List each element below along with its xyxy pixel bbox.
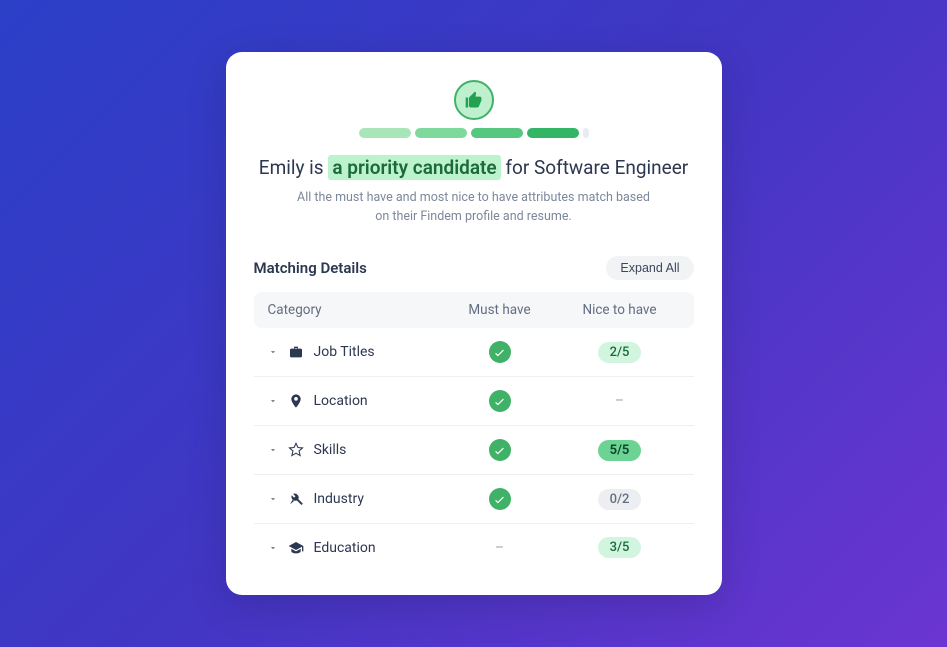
nice-to-have-cell: – bbox=[560, 393, 680, 409]
chevron-down-icon[interactable] bbox=[268, 347, 278, 357]
check-icon bbox=[489, 488, 511, 510]
details-title: Matching Details bbox=[254, 259, 367, 277]
table-header: Category Must have Nice to have bbox=[254, 292, 694, 328]
must-have-cell bbox=[440, 341, 560, 363]
score-segments bbox=[254, 128, 694, 138]
chevron-down-icon[interactable] bbox=[268, 543, 278, 553]
col-nice-to-have: Nice to have bbox=[560, 302, 680, 318]
dash-indicator: – bbox=[615, 393, 624, 409]
candidate-summary-card: Emily is a priority candidate for Softwa… bbox=[226, 52, 722, 596]
thumb-wrap bbox=[254, 80, 694, 120]
check-icon bbox=[489, 390, 511, 412]
col-must-have: Must have bbox=[440, 302, 560, 318]
thumbs-up-icon bbox=[454, 80, 494, 120]
chevron-down-icon[interactable] bbox=[268, 494, 278, 504]
category-label: Skills bbox=[314, 442, 347, 458]
table-row[interactable]: Education – 3/5 bbox=[254, 524, 694, 571]
expand-all-button[interactable]: Expand All bbox=[606, 256, 693, 280]
nice-to-have-pill: 3/5 bbox=[598, 537, 642, 558]
must-have-cell: – bbox=[440, 540, 560, 556]
category-label: Industry bbox=[314, 491, 364, 507]
table-row[interactable]: Location – bbox=[254, 377, 694, 426]
dash-indicator: – bbox=[495, 540, 504, 556]
must-have-cell bbox=[440, 390, 560, 412]
details-header: Matching Details Expand All bbox=[254, 256, 694, 280]
briefcase-icon bbox=[288, 344, 304, 360]
table-body: Job Titles 2/5 Location – Skills 5/5 Industry 0… bbox=[254, 328, 694, 571]
must-have-cell bbox=[440, 439, 560, 461]
table-row[interactable]: Industry 0/2 bbox=[254, 475, 694, 524]
score-seg-cap bbox=[583, 128, 589, 138]
category-label: Education bbox=[314, 540, 376, 556]
row-label-cell: Education bbox=[268, 540, 440, 556]
headline: Emily is a priority candidate for Softwa… bbox=[254, 156, 694, 179]
headline-prefix: Emily is bbox=[259, 156, 324, 179]
nice-to-have-pill: 0/2 bbox=[598, 489, 642, 510]
score-seg-2 bbox=[415, 128, 467, 138]
nice-to-have-pill: 5/5 bbox=[598, 440, 642, 461]
table-row[interactable]: Job Titles 2/5 bbox=[254, 328, 694, 377]
score-seg-4 bbox=[527, 128, 579, 138]
check-icon bbox=[489, 341, 511, 363]
table-row[interactable]: Skills 5/5 bbox=[254, 426, 694, 475]
col-category: Category bbox=[268, 302, 440, 318]
grad-icon bbox=[288, 540, 304, 556]
category-label: Location bbox=[314, 393, 368, 409]
nice-to-have-pill: 2/5 bbox=[598, 342, 642, 363]
check-icon bbox=[489, 439, 511, 461]
row-label-cell: Job Titles bbox=[268, 344, 440, 360]
category-label: Job Titles bbox=[314, 344, 375, 360]
row-label-cell: Skills bbox=[268, 442, 440, 458]
star-icon bbox=[288, 442, 304, 458]
score-seg-1 bbox=[359, 128, 411, 138]
nice-to-have-cell: 3/5 bbox=[560, 537, 680, 558]
headline-suffix: for Software Engineer bbox=[505, 156, 688, 179]
row-label-cell: Location bbox=[268, 393, 440, 409]
tools-icon bbox=[288, 491, 304, 507]
chevron-down-icon[interactable] bbox=[268, 445, 278, 455]
headline-highlight: a priority candidate bbox=[328, 155, 500, 180]
nice-to-have-cell: 0/2 bbox=[560, 489, 680, 510]
row-label-cell: Industry bbox=[268, 491, 440, 507]
must-have-cell bbox=[440, 488, 560, 510]
chevron-down-icon[interactable] bbox=[268, 396, 278, 406]
subtitle: All the must have and most nice to have … bbox=[294, 189, 654, 227]
nice-to-have-cell: 5/5 bbox=[560, 440, 680, 461]
nice-to-have-cell: 2/5 bbox=[560, 342, 680, 363]
score-seg-3 bbox=[471, 128, 523, 138]
pin-icon bbox=[288, 393, 304, 409]
